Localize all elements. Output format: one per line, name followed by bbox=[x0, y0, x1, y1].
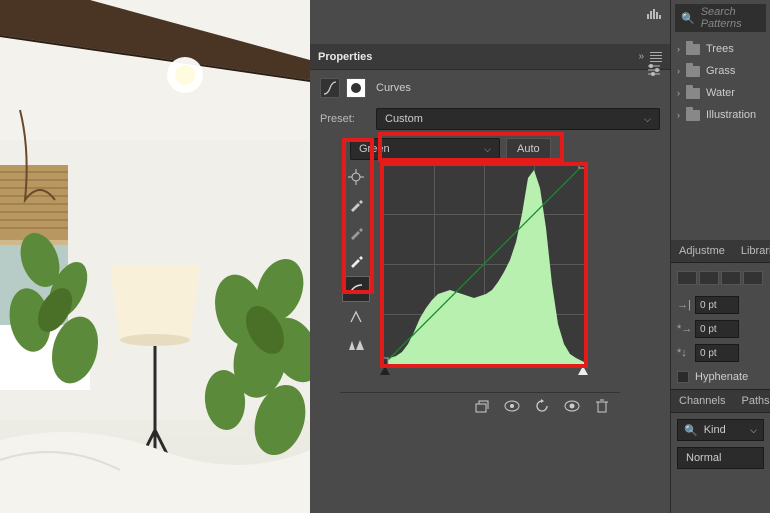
folder-item[interactable]: ›Grass bbox=[671, 60, 770, 82]
folder-item[interactable]: ›Trees bbox=[671, 38, 770, 60]
panel-tabs: Adjustme Libraries bbox=[671, 240, 770, 263]
checkbox-icon bbox=[677, 371, 689, 383]
paragraph-align bbox=[671, 263, 770, 293]
channel-select[interactable]: Green ⌵ bbox=[350, 138, 500, 160]
chevron-right-icon: › bbox=[677, 66, 680, 76]
chevron-right-icon: › bbox=[677, 110, 680, 120]
indent-input[interactable]: 0 pt bbox=[695, 320, 739, 338]
curves-adj-icon bbox=[320, 78, 340, 98]
adjustment-label: Curves bbox=[376, 82, 411, 94]
indent-input[interactable]: 0 pt bbox=[695, 296, 739, 314]
right-dock: 🔍 Search Patterns ›Trees ›Grass ›Water ›… bbox=[670, 0, 770, 513]
chevron-down-icon: ⌵ bbox=[644, 114, 651, 125]
white-eyedropper-tool[interactable] bbox=[342, 248, 370, 274]
blend-mode-select[interactable]: Normal bbox=[677, 447, 764, 469]
hyphenate-checkbox[interactable]: Hyphenate bbox=[671, 365, 770, 389]
chevron-down-icon: ⌵ bbox=[750, 425, 757, 436]
chevron-down-icon: ⌵ bbox=[484, 144, 491, 155]
document-canvas[interactable] bbox=[0, 0, 310, 513]
layer-filter[interactable]: 🔍Kind⌵ bbox=[677, 419, 764, 441]
edit-points-tool[interactable] bbox=[342, 276, 370, 302]
indent-first-field: *→ 0 pt bbox=[671, 317, 770, 341]
visibility-icon[interactable] bbox=[564, 398, 580, 414]
chevron-right-icon: › bbox=[677, 44, 680, 54]
indent-input[interactable]: 0 pt bbox=[695, 344, 739, 362]
trash-icon[interactable] bbox=[594, 398, 610, 414]
histogram-panel-icon[interactable] bbox=[644, 4, 664, 24]
folder-icon bbox=[686, 88, 700, 99]
auto-button[interactable]: Auto bbox=[506, 138, 551, 160]
justify-left-button[interactable] bbox=[743, 271, 763, 285]
clip-to-layer-icon[interactable] bbox=[474, 398, 490, 414]
mask-icon[interactable] bbox=[346, 78, 366, 98]
space-before-field: *↓ 0 pt bbox=[671, 341, 770, 365]
clip-warning-tool[interactable] bbox=[342, 332, 370, 358]
black-point-slider[interactable] bbox=[380, 366, 390, 375]
search-icon: 🔍 bbox=[681, 12, 695, 25]
draw-curve-tool[interactable] bbox=[342, 304, 370, 330]
properties-header[interactable]: Properties » bbox=[310, 44, 670, 70]
properties-title: Properties bbox=[318, 51, 372, 63]
target-adjust-tool[interactable] bbox=[342, 164, 370, 190]
pattern-folders: ›Trees ›Grass ›Water ›Illustration bbox=[671, 32, 770, 132]
panel-tabs-2: Channels Paths bbox=[671, 389, 770, 413]
tab-channels[interactable]: Channels bbox=[671, 390, 733, 412]
indent-left-field: →| 0 pt bbox=[671, 293, 770, 317]
black-eyedropper-tool[interactable] bbox=[342, 192, 370, 218]
folder-icon bbox=[686, 44, 700, 55]
view-previous-icon[interactable] bbox=[504, 398, 520, 414]
preset-label: Preset: bbox=[320, 113, 370, 125]
adjustments-panel-icon[interactable] bbox=[644, 60, 664, 80]
chevron-right-icon: › bbox=[677, 88, 680, 98]
histogram-icon bbox=[384, 164, 584, 364]
gray-eyedropper-tool[interactable] bbox=[342, 220, 370, 246]
adjustment-footer bbox=[340, 392, 620, 418]
indent-left-icon: →| bbox=[677, 299, 691, 311]
tab-adjustments[interactable]: Adjustme bbox=[671, 240, 733, 262]
align-center-button[interactable] bbox=[699, 271, 719, 285]
search-icon: 🔍 bbox=[684, 424, 698, 437]
align-right-button[interactable] bbox=[721, 271, 741, 285]
folder-icon bbox=[686, 110, 700, 121]
preset-select[interactable]: Custom ⌵ bbox=[376, 108, 660, 130]
folder-item[interactable]: ›Illustration bbox=[671, 104, 770, 126]
indent-first-icon: *→ bbox=[677, 323, 691, 335]
search-input[interactable]: 🔍 Search Patterns bbox=[675, 4, 766, 32]
folder-item[interactable]: ›Water bbox=[671, 82, 770, 104]
curves-graph[interactable] bbox=[384, 164, 584, 364]
space-before-icon: *↓ bbox=[677, 347, 691, 359]
reset-icon[interactable] bbox=[534, 398, 550, 414]
tab-paths[interactable]: Paths bbox=[733, 390, 770, 412]
tab-libraries[interactable]: Libraries bbox=[733, 240, 770, 262]
align-left-button[interactable] bbox=[677, 271, 697, 285]
folder-icon bbox=[686, 66, 700, 77]
white-point-slider[interactable] bbox=[578, 366, 588, 375]
